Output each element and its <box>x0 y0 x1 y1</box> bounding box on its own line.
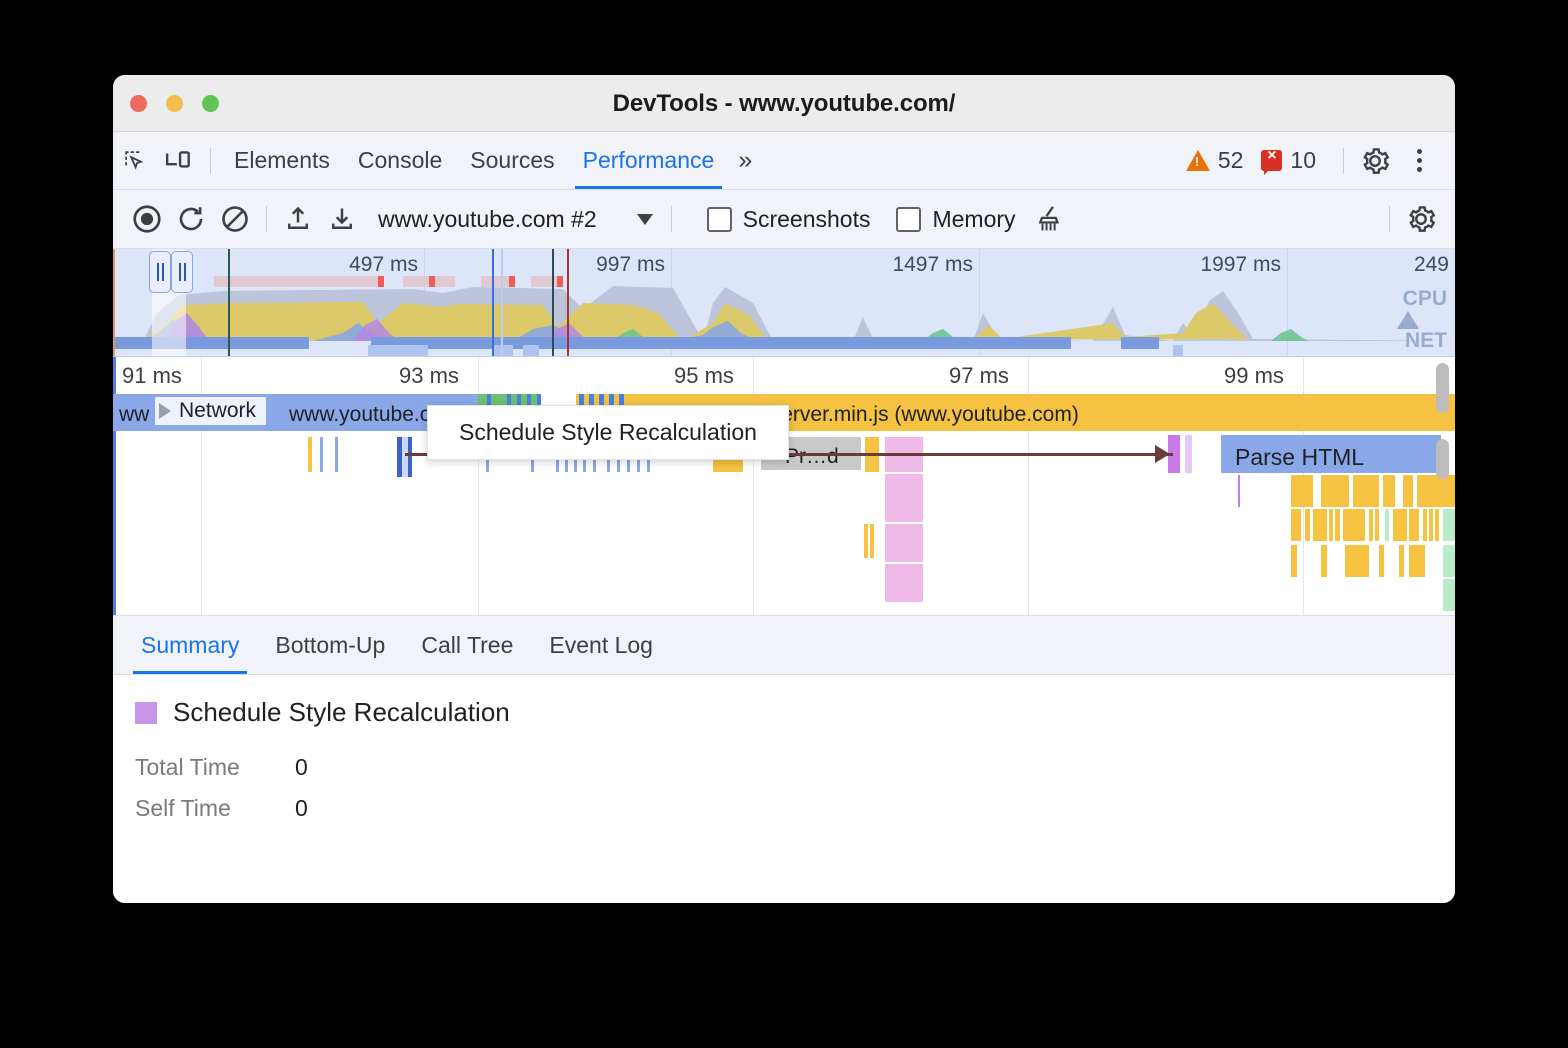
errors-count: 10 <box>1290 147 1316 174</box>
timeline-overview[interactable]: 497 ms 997 ms 1497 ms 1997 ms 249 CPU NE… <box>113 249 1455 357</box>
summary-panel: Schedule Style Recalculation Total Time … <box>113 675 1455 903</box>
vertical-scrollbar-thumb-bottom[interactable] <box>1436 439 1449 479</box>
broom-icon[interactable] <box>1028 197 1072 241</box>
clear-icon[interactable] <box>213 197 257 241</box>
download-profile-icon[interactable] <box>320 197 364 241</box>
chevron-down-icon <box>637 214 653 225</box>
flame-tick-3: 97 ms <box>949 363 1009 389</box>
overview-selection-handle-left[interactable] <box>149 251 171 293</box>
record-icon[interactable] <box>125 197 169 241</box>
details-tabbar: Summary Bottom-Up Call Tree Event Log <box>113 616 1455 675</box>
devtools-tabbar: Elements Console Sources Performance » 5… <box>113 132 1455 190</box>
capture-settings-gear-icon[interactable] <box>1399 197 1443 241</box>
flame-tick-2: 95 ms <box>674 363 734 389</box>
flame-tick-4: 99 ms <box>1224 363 1284 389</box>
network-bar-label-left: ww <box>119 403 149 427</box>
summary-event-title: Schedule Style Recalculation <box>135 697 1455 728</box>
flame-tooltip: Schedule Style Recalculation <box>427 405 789 460</box>
chevron-right-icon <box>159 403 171 419</box>
tabbar-right-controls: 52 10 <box>1186 139 1455 183</box>
error-icon <box>1261 150 1282 171</box>
memory-label: Memory <box>932 206 1015 233</box>
summary-row-total-time: Total Time 0 <box>135 754 1455 781</box>
total-time-value: 0 <box>295 754 308 781</box>
toolbar-divider <box>210 148 211 174</box>
memory-checkbox[interactable]: Memory <box>896 206 1015 233</box>
session-select[interactable]: www.youtube.com #2 <box>378 206 653 233</box>
flame-bar-parse-html-label: Parse HTML <box>1235 444 1364 471</box>
inspect-element-icon[interactable] <box>113 139 157 183</box>
overview-tick-2: 1497 ms <box>892 253 979 277</box>
errors-badge[interactable]: 10 <box>1261 147 1316 174</box>
overview-tick-4: 249 <box>1414 253 1455 277</box>
kebab-menu-icon[interactable] <box>1397 139 1441 183</box>
overview-tick-1: 997 ms <box>596 253 671 277</box>
frames-strip <box>214 276 384 287</box>
toolbar-divider-2 <box>1343 148 1344 174</box>
tab-bottom-up[interactable]: Bottom-Up <box>257 616 403 674</box>
warning-triangle-icon <box>1186 150 1210 171</box>
checkbox-box <box>707 207 732 232</box>
screenshot-root: DevTools - www.youtube.com/ Elements Con… <box>0 0 1568 1048</box>
session-select-value: www.youtube.com #2 <box>378 206 597 233</box>
gear-icon[interactable] <box>1353 139 1397 183</box>
perfbar-divider-3 <box>1389 206 1390 232</box>
upload-profile-icon[interactable] <box>276 197 320 241</box>
self-time-label: Self Time <box>135 795 295 822</box>
perfbar-divider-1 <box>266 206 267 232</box>
window-titlebar: DevTools - www.youtube.com/ <box>113 75 1455 132</box>
initiator-arrow-head <box>1155 445 1170 463</box>
overview-track-label-cpu: CPU <box>1403 287 1447 311</box>
tab-call-tree[interactable]: Call Tree <box>403 616 531 674</box>
screenshots-label: Screenshots <box>743 206 871 233</box>
reload-record-icon[interactable] <box>169 197 213 241</box>
more-tabs-icon[interactable]: » <box>728 146 762 175</box>
overview-selection-handle-right[interactable] <box>171 251 193 293</box>
flamechart-ruler: 91 ms 93 ms 95 ms 97 ms 99 ms <box>113 357 1455 394</box>
tab-performance[interactable]: Performance <box>569 132 729 189</box>
overview-tick-0: 497 ms <box>349 253 424 277</box>
tab-event-log[interactable]: Event Log <box>531 616 671 674</box>
vertical-scrollbar-thumb-top[interactable] <box>1436 363 1449 413</box>
summary-event-name: Schedule Style Recalculation <box>173 697 510 728</box>
devtools-window: DevTools - www.youtube.com/ Elements Con… <box>113 75 1455 903</box>
checkbox-box <box>896 207 921 232</box>
event-color-swatch <box>135 702 157 724</box>
tab-sources[interactable]: Sources <box>456 132 568 189</box>
tab-console[interactable]: Console <box>344 132 456 189</box>
performance-toolbar: www.youtube.com #2 Screenshots Memory <box>113 190 1455 249</box>
network-track-toggle[interactable]: Network <box>155 397 266 425</box>
flamechart[interactable]: 91 ms 93 ms 95 ms 97 ms 99 ms ww www.you… <box>113 357 1455 616</box>
summary-row-self-time: Self Time 0 <box>135 795 1455 822</box>
warnings-badge[interactable]: 52 <box>1186 147 1244 174</box>
tab-summary[interactable]: Summary <box>123 616 257 674</box>
total-time-label: Total Time <box>135 754 295 781</box>
flame-bar-pr-label: Pr…d <box>785 445 839 469</box>
overview-track-label-net: NET <box>1405 329 1447 353</box>
self-time-value: 0 <box>295 795 308 822</box>
flame-tick-1: 93 ms <box>399 363 459 389</box>
perfbar-divider-2 <box>671 206 672 232</box>
tab-elements[interactable]: Elements <box>220 132 344 189</box>
overview-tick-3: 1997 ms <box>1200 253 1287 277</box>
device-toolbar-icon[interactable] <box>157 139 201 183</box>
window-title: DevTools - www.youtube.com/ <box>113 90 1455 118</box>
warnings-count: 52 <box>1218 147 1244 174</box>
network-track-label: Network <box>179 399 256 423</box>
screenshots-checkbox[interactable]: Screenshots <box>707 206 871 233</box>
flame-tick-0: 91 ms <box>122 363 182 389</box>
